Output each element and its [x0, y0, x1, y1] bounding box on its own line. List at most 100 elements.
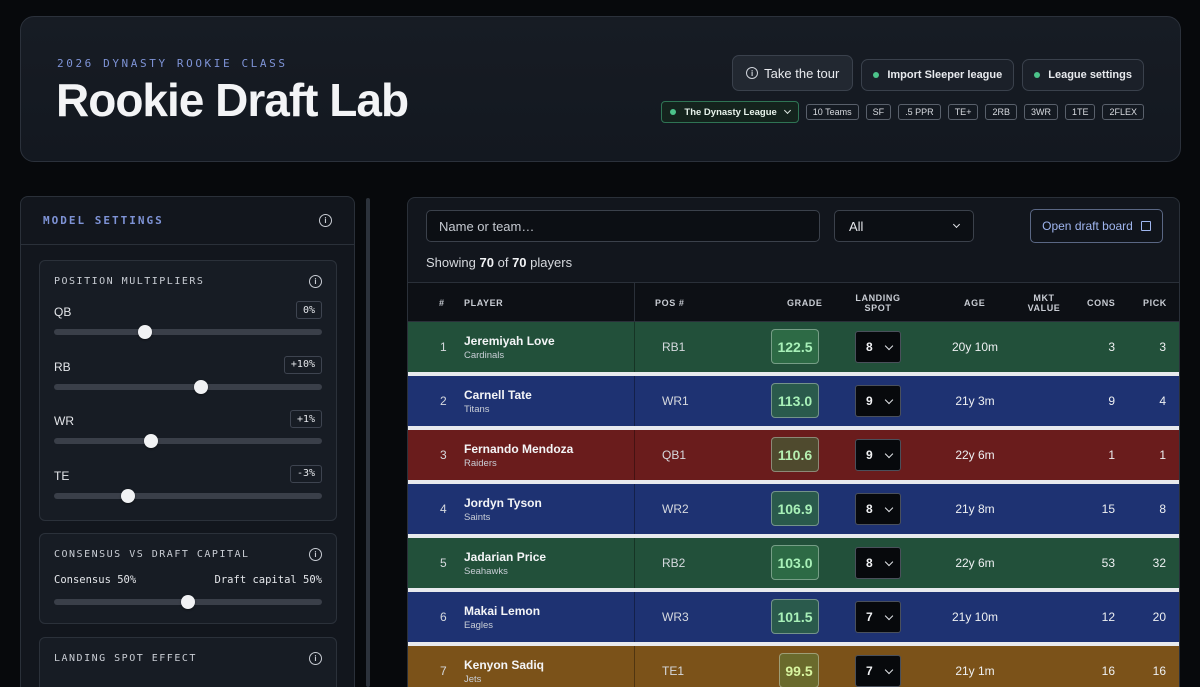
info-icon[interactable]: i [309, 274, 322, 288]
chip-te: 1TE [1064, 104, 1096, 120]
chevron-down-icon [884, 611, 894, 620]
consensus-title: CONSENSUS VS DRAFT CAPITAL [54, 548, 250, 560]
multiplier-slider-track[interactable] [54, 434, 322, 448]
panel-resize-handle[interactable] [366, 198, 370, 687]
landing-spot-select[interactable]: 8 [855, 493, 901, 525]
consensus-right-label: Draft capital 50% [214, 574, 322, 586]
search-input[interactable] [426, 210, 820, 242]
table-row[interactable]: 4 Jordyn Tyson Saints WR2 106.9 8 21y 8m 15 8 [408, 484, 1179, 534]
table-row[interactable]: 3 Fernando Mendoza Raiders QB1 110.6 9 22y 6m 1… [408, 430, 1179, 480]
grade-badge: 106.9 [771, 491, 819, 526]
row-mkt-value [1022, 376, 1066, 426]
multiplier-slider-thumb[interactable] [120, 488, 135, 503]
column-divider [634, 484, 635, 534]
landing-spot-select[interactable]: 8 [855, 331, 901, 363]
table-body: 1 Jeremiyah Love Cardinals RB1 122.5 8 20y 10m… [408, 322, 1179, 687]
row-age: 20y 10m [951, 340, 999, 354]
row-rank: 2 [440, 394, 447, 408]
col-player[interactable]: PLAYER [464, 283, 503, 323]
chevron-down-icon [884, 503, 894, 512]
row-age: 21y 3m [955, 394, 995, 408]
row-player[interactable]: Jordyn Tyson Saints [464, 484, 542, 534]
players-table: # PLAYER POS # GRADE LANDING SPOT AGE MK… [408, 282, 1179, 687]
consensus-slider-thumb[interactable] [181, 595, 195, 609]
row-age: 22y 6m [955, 448, 995, 462]
player-table-panel: All Open draft board Showing 70 of 70 pl… [407, 197, 1180, 687]
row-cons: 3 [1108, 340, 1115, 354]
row-age: 22y 6m [955, 556, 995, 570]
consensus-header: CONSENSUS VS DRAFT CAPITAL i [40, 534, 336, 574]
model-settings-header: MODEL SETTINGS i [21, 197, 354, 245]
multiplier-te: TE -3% [40, 464, 336, 520]
landing-spot-select[interactable]: 7 [855, 655, 901, 687]
table-row[interactable]: 7 Kenyon Sadiq Jets TE1 99.5 7 21y 1m 16 16 [408, 646, 1179, 687]
table-row[interactable]: 6 Makai Lemon Eagles WR3 101.5 7 21y 10m 12 20 [408, 592, 1179, 642]
column-divider [634, 430, 635, 480]
table-row[interactable]: 2 Carnell Tate Titans WR1 113.0 9 21y 3m 9 4 [408, 376, 1179, 426]
multiplier-slider-thumb[interactable] [138, 325, 153, 339]
row-cons: 53 [1101, 556, 1115, 570]
consensus-slider-track[interactable] [54, 595, 322, 609]
col-pick[interactable]: PICK [1143, 283, 1167, 323]
landing-spot-value: 9 [866, 448, 873, 462]
player-team: Raiders [464, 457, 497, 469]
player-name: Jeremiyah Love [464, 333, 555, 348]
table-header: # PLAYER POS # GRADE LANDING SPOT AGE MK… [408, 282, 1179, 323]
row-player[interactable]: Jadarian Price Seahawks [464, 538, 546, 588]
import-sleeper-button[interactable]: Import Sleeper league [861, 59, 1015, 91]
row-rank: 4 [440, 502, 447, 516]
chevron-down-icon [952, 220, 961, 229]
open-draft-board-button[interactable]: Open draft board [1030, 209, 1163, 243]
col-cons[interactable]: CONS [1087, 283, 1115, 323]
landing-spot-select[interactable]: 9 [855, 385, 901, 417]
col-grade[interactable]: GRADE [787, 283, 823, 323]
table-row[interactable]: 5 Jadarian Price Seahawks RB2 103.0 8 22y 6m 53… [408, 538, 1179, 588]
multiplier-slider-track[interactable] [54, 379, 322, 394]
multiplier-slider-thumb[interactable] [144, 434, 159, 448]
col-mkt-value[interactable]: MKT VALUE [1022, 283, 1066, 323]
col-age[interactable]: AGE [964, 283, 985, 323]
info-icon[interactable]: i [309, 651, 322, 665]
landing-spot-value: 8 [866, 340, 873, 354]
grade-badge: 110.6 [771, 437, 819, 472]
info-icon[interactable]: i [309, 547, 322, 561]
take-tour-button[interactable]: i Take the tour [732, 55, 854, 91]
row-player[interactable]: Makai Lemon Eagles [464, 592, 540, 642]
landing-spot-value: 8 [866, 502, 873, 516]
multiplier-slider-thumb[interactable] [194, 379, 209, 394]
row-pos: TE1 [662, 664, 685, 678]
table-row[interactable]: 1 Jeremiyah Love Cardinals RB1 122.5 8 20y 10m… [408, 322, 1179, 372]
chip-te-premium: TE+ [947, 104, 979, 120]
info-icon: i [746, 67, 759, 79]
multiplier-slider-track[interactable] [54, 325, 322, 339]
league-select[interactable]: The Dynasty League [661, 101, 799, 123]
row-mkt-value [1022, 592, 1066, 642]
row-player[interactable]: Fernando Mendoza Raiders [464, 430, 573, 480]
landing-spot-select[interactable]: 9 [855, 439, 901, 471]
landing-spot-value: 7 [866, 664, 873, 678]
row-pos: WR1 [662, 394, 689, 408]
row-player[interactable]: Jeremiyah Love Cardinals [464, 322, 555, 372]
showing-count: 70 [479, 255, 494, 270]
col-pos[interactable]: POS # [655, 283, 685, 323]
showing-of: of [497, 255, 509, 270]
league-settings-button[interactable]: League settings [1022, 59, 1144, 91]
col-landing-spot[interactable]: LANDING SPOT [850, 283, 906, 323]
player-name: Kenyon Sadiq [464, 657, 545, 672]
landing-spot-select[interactable]: 8 [855, 547, 901, 579]
multiplier-slider-track[interactable] [54, 488, 322, 503]
row-player[interactable]: Kenyon Sadiq Jets [464, 646, 544, 687]
row-rank: 7 [440, 664, 447, 678]
info-icon[interactable]: i [319, 214, 332, 227]
row-cons: 15 [1101, 502, 1115, 516]
landing-spot-select[interactable]: 7 [855, 601, 901, 633]
external-link-icon [1140, 221, 1151, 231]
multiplier-value: +1% [289, 410, 322, 428]
row-player[interactable]: Carnell Tate Titans [464, 376, 532, 426]
col-rank[interactable]: # [439, 283, 445, 323]
row-pos: QB1 [662, 448, 687, 462]
row-rank: 6 [440, 610, 447, 624]
player-name: Carnell Tate [464, 387, 532, 402]
position-filter-select[interactable]: All [834, 210, 974, 242]
column-divider [634, 592, 635, 642]
